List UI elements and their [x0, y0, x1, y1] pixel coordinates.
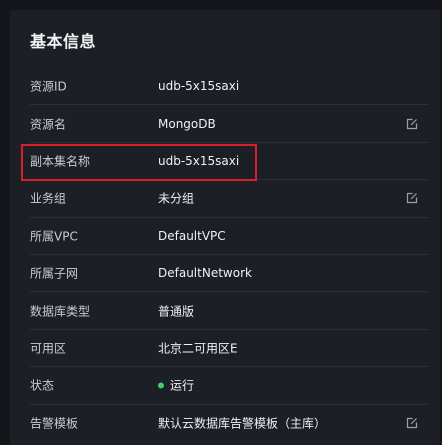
info-row-replica-set-name: 副本集名称 udb-5x15saxi [30, 143, 428, 181]
edit-icon[interactable] [406, 192, 418, 204]
info-label: 业务组 [30, 191, 67, 206]
info-row-vpc: 所属VPC DefaultVPC [30, 218, 428, 255]
info-value: DefaultNetwork [158, 266, 252, 281]
info-value: 普通版 [158, 304, 195, 319]
edit-icon[interactable] [406, 118, 418, 130]
info-list: 资源ID udb-5x15saxi 资源名 MongoDB 副本集名称 udb-… [30, 68, 428, 442]
info-value: 默认云数据库告警模板（主库） [158, 416, 327, 431]
edit-icon[interactable] [406, 417, 418, 429]
info-row-zone: 可用区 北京二可用区E [30, 330, 428, 368]
info-label: 所属子网 [30, 266, 79, 281]
status-text: 运行 [170, 378, 195, 393]
info-value: DefaultVPC [158, 228, 226, 243]
basic-info-panel: 基本信息 资源ID udb-5x15saxi 资源名 MongoDB 副本集名称… [10, 10, 440, 445]
info-label: 副本集名称 [30, 154, 91, 169]
info-value: udb-5x15saxi [158, 79, 240, 94]
info-value: udb-5x15saxi [158, 153, 240, 168]
info-label: 数据库类型 [30, 304, 91, 319]
info-label: 状态 [30, 378, 55, 393]
section-title: 基本信息 [30, 32, 97, 51]
status-dot-icon [158, 382, 164, 389]
info-value: 未分组 [158, 191, 195, 206]
info-row-db-type: 数据库类型 普通版 [30, 292, 428, 330]
info-value: MongoDB [158, 116, 216, 131]
status-value: 运行 [158, 377, 194, 394]
info-row-business-group: 业务组 未分组 [30, 180, 428, 218]
info-label: 可用区 [30, 341, 67, 356]
info-label: 资源ID [30, 79, 67, 94]
info-value: 北京二可用区E [158, 341, 238, 356]
info-label: 所属VPC [30, 229, 78, 244]
info-row-alarm-template: 告警模板 默认云数据库告警模板（主库） [30, 405, 428, 442]
info-row-subnet: 所属子网 DefaultNetwork [30, 255, 428, 293]
info-label: 资源名 [30, 117, 67, 132]
info-label: 告警模板 [30, 416, 79, 431]
info-row-resource-name: 资源名 MongoDB [30, 105, 428, 143]
info-row-resource-id: 资源ID udb-5x15saxi [30, 68, 428, 106]
info-row-status: 状态 运行 [30, 367, 428, 405]
